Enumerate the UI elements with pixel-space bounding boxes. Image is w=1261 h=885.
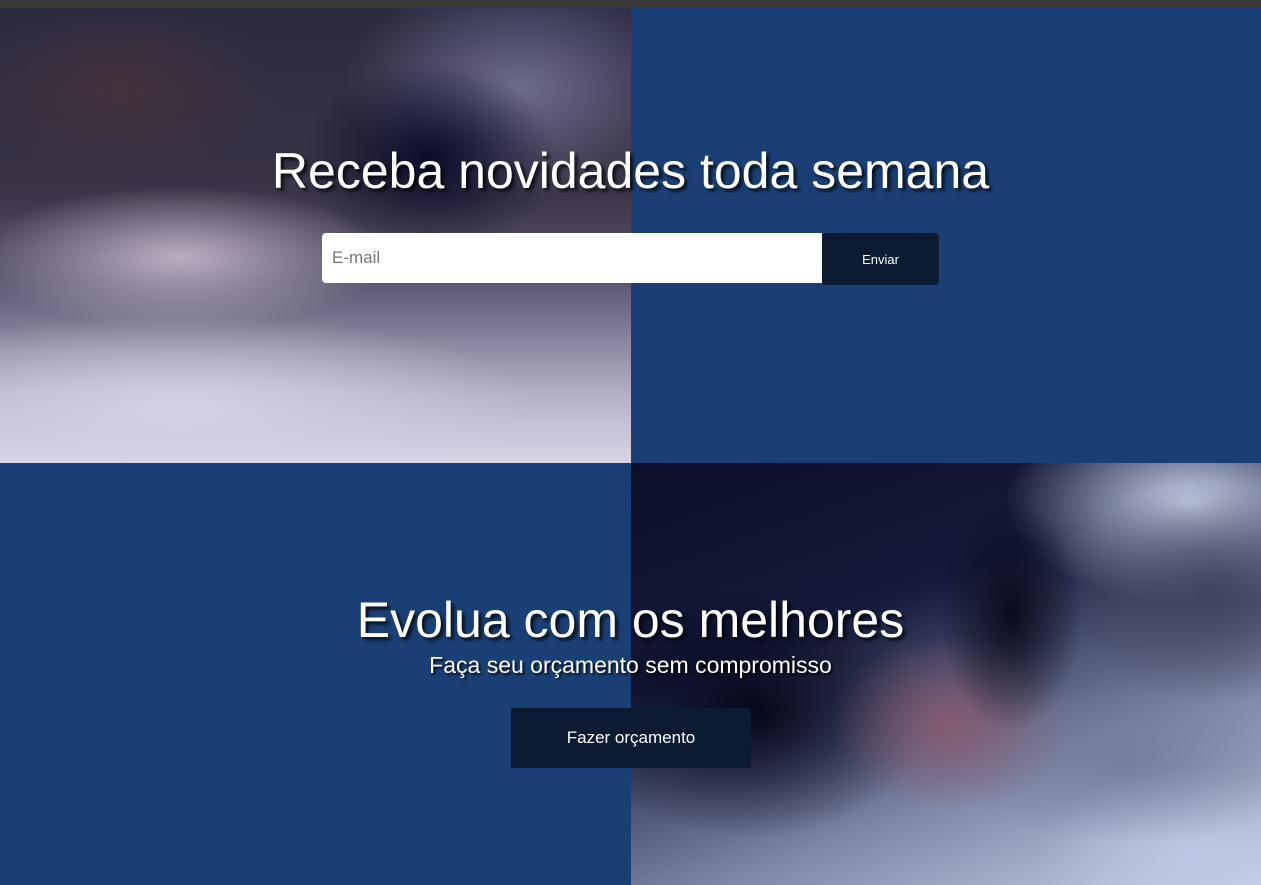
send-button[interactable]: Enviar [822, 233, 939, 285]
newsletter-title: Receba novidades toda semana [271, 143, 990, 199]
request-quote-button[interactable]: Fazer orçamento [511, 708, 751, 768]
budget-title: Evolua com os melhores [356, 592, 905, 648]
browser-top-edge [0, 0, 1261, 8]
newsletter-form: Enviar [322, 233, 939, 285]
budget-section: Evolua com os melhores Faça seu orçament… [0, 463, 1261, 885]
newsletter-section: Receba novidades toda semana Enviar [0, 8, 1261, 463]
email-input[interactable] [322, 233, 822, 283]
budget-subtitle: Faça seu orçamento sem compromisso [429, 652, 832, 678]
